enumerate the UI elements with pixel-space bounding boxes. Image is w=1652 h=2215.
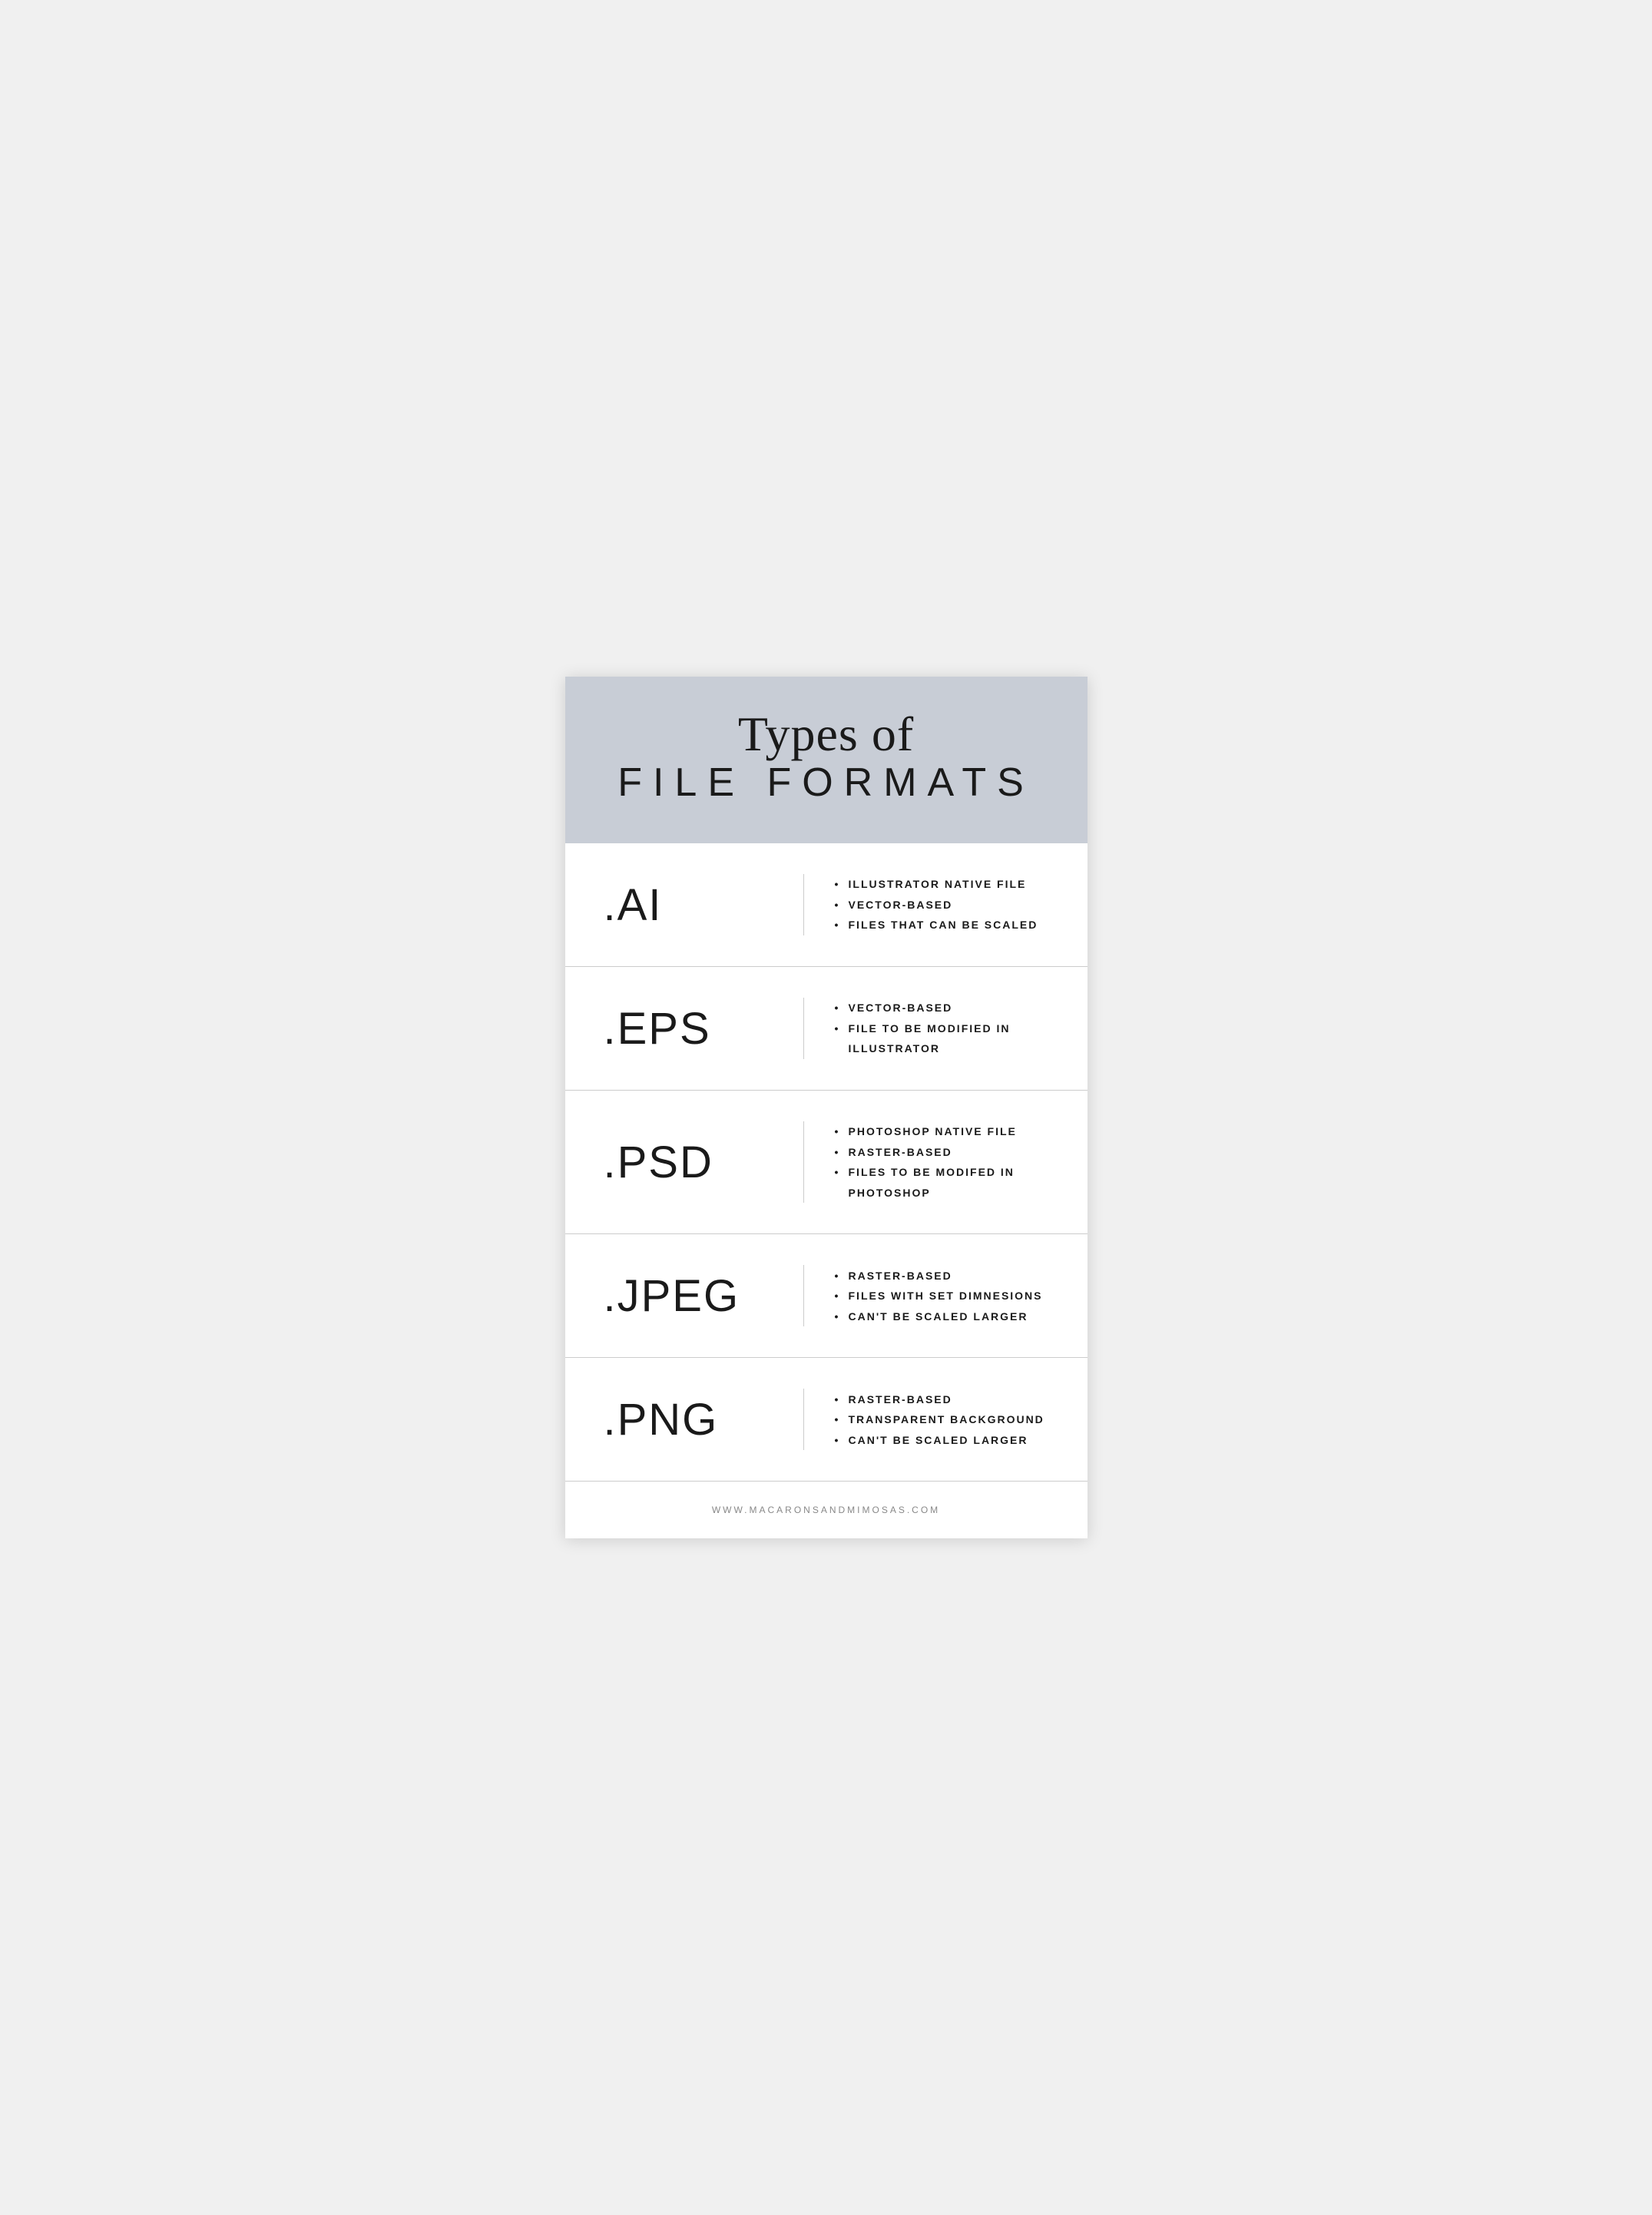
format-detail-item: RASTER-BASED	[835, 1266, 1049, 1286]
format-divider	[803, 1265, 804, 1326]
format-details: PHOTOSHOP NATIVE FILERASTER-BASEDFILES T…	[835, 1121, 1049, 1203]
format-detail-item: FILES WITH SET DIMNESIONS	[835, 1286, 1049, 1306]
format-row: .PSD PHOTOSHOP NATIVE FILERASTER-BASEDFIL…	[565, 1091, 1088, 1234]
format-name: .JPEG	[604, 1270, 773, 1322]
format-name: .AI	[604, 879, 773, 931]
format-detail-item: PHOTOSHOP NATIVE FILE	[835, 1121, 1049, 1142]
format-detail-item: CAN'T BE SCALED LARGER	[835, 1306, 1049, 1327]
main-card: Types of FILE FORMATS .AI ILLUSTRATOR NAT…	[565, 677, 1088, 1539]
format-detail-item: RASTER-BASED	[835, 1389, 1049, 1410]
format-row: .AI ILLUSTRATOR NATIVE FILEVECTOR-BASEDFI…	[565, 843, 1088, 967]
format-divider	[803, 1121, 804, 1203]
format-divider	[803, 998, 804, 1059]
format-row: .EPS VECTOR-BASEDFILE TO BE MODIFIED IN I…	[565, 967, 1088, 1091]
format-name: .PNG	[604, 1394, 773, 1445]
format-detail-item: FILES THAT CAN BE SCALED	[835, 915, 1049, 935]
header-block-text: FILE FORMATS	[611, 761, 1041, 805]
format-row: .PNG RASTER-BASEDTRANSPARENT BACKGROUNDCA…	[565, 1358, 1088, 1482]
content-section: .AIILLUSTRATOR NATIVE FILEVECTOR-BASEDFI…	[565, 843, 1088, 1482]
header-section: Types of FILE FORMATS	[565, 677, 1088, 844]
footer-section: www.MACARONSANDMIMOSAS.com	[565, 1482, 1088, 1538]
format-detail-item: CAN'T BE SCALED LARGER	[835, 1430, 1049, 1451]
format-detail-item: VECTOR-BASED	[835, 895, 1049, 915]
format-details: RASTER-BASEDTRANSPARENT BACKGROUNDCAN'T …	[835, 1389, 1049, 1451]
format-detail-item: FILE TO BE MODIFIED IN ILLUSTRATOR	[835, 1018, 1049, 1059]
format-name: .PSD	[604, 1137, 773, 1188]
footer-text: www.MACARONSANDMIMOSAS.com	[712, 1505, 940, 1515]
header-script-text: Types of	[611, 707, 1041, 761]
format-divider	[803, 874, 804, 935]
format-row: .JPEG RASTER-BASEDFILES WITH SET DIMNESIO…	[565, 1234, 1088, 1358]
format-detail-item: RASTER-BASED	[835, 1142, 1049, 1163]
format-detail-item: FILES TO BE MODIFED IN PHOTOSHOP	[835, 1162, 1049, 1203]
format-details: RASTER-BASEDFILES WITH SET DIMNESIONSCAN…	[835, 1266, 1049, 1327]
format-details: ILLUSTRATOR NATIVE FILEVECTOR-BASEDFILES…	[835, 874, 1049, 935]
format-name: .EPS	[604, 1003, 773, 1055]
format-details: VECTOR-BASEDFILE TO BE MODIFIED IN ILLUS…	[835, 998, 1049, 1059]
format-detail-item: ILLUSTRATOR NATIVE FILE	[835, 874, 1049, 895]
format-detail-item: TRANSPARENT BACKGROUND	[835, 1409, 1049, 1430]
format-divider	[803, 1389, 804, 1450]
format-detail-item: VECTOR-BASED	[835, 998, 1049, 1018]
